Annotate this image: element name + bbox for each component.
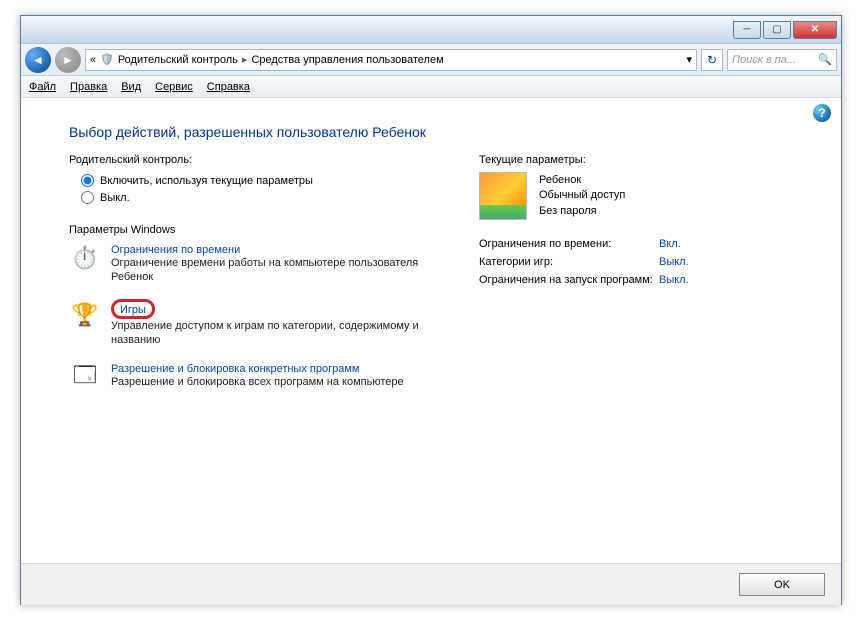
param-row-programs: Ограничения на запуск программ: Выкл. (479, 274, 813, 286)
games-desc: Управление доступом к играм по категории… (111, 319, 449, 348)
param-prog-value[interactable]: Выкл. (659, 274, 689, 286)
user-role: Обычный доступ (539, 188, 625, 203)
user-name: Ребенок (539, 173, 625, 188)
param-time-label: Ограничения по времени: (479, 238, 659, 250)
search-icon: 🔍 (818, 53, 832, 66)
search-input[interactable]: Поиск в па... 🔍 (727, 49, 837, 71)
param-row-time: Ограничения по времени: Вкл. (479, 238, 813, 250)
clock-icon: ⏱️ (69, 242, 101, 274)
games-link[interactable]: Игры (120, 304, 146, 316)
footer: OK (21, 563, 841, 605)
radio-off-row[interactable]: Выкл. (69, 189, 449, 206)
param-time-value[interactable]: Вкл. (659, 238, 681, 250)
help-icon[interactable]: ? (813, 104, 831, 122)
programs-link[interactable]: Разрешение и блокировка конкретных прогр… (111, 363, 359, 375)
setting-games: 🏆 Игры Управление доступом к играм по ка… (69, 299, 449, 348)
chevron-left-icon: « (90, 54, 96, 66)
forward-button[interactable]: ► (55, 47, 81, 73)
time-restrictions-desc: Ограничение времени работы на компьютере… (111, 256, 449, 285)
menu-service[interactable]: Сервис (155, 81, 193, 93)
maximize-button[interactable]: ▢ (763, 21, 791, 39)
titlebar: ─ ▢ ✕ (21, 16, 841, 44)
radio-off[interactable] (81, 191, 94, 204)
param-games-value[interactable]: Выкл. (659, 256, 689, 268)
breadcrumb-item-1[interactable]: Родительский контроль (118, 54, 238, 66)
radio-off-label: Выкл. (100, 192, 130, 204)
radio-on-label: Включить, используя текущие параметры (100, 175, 313, 187)
menu-view[interactable]: Вид (121, 81, 141, 93)
close-button[interactable]: ✕ (793, 21, 837, 39)
menu-edit[interactable]: Правка (70, 81, 107, 93)
time-restrictions-link[interactable]: Ограничения по времени (111, 244, 240, 256)
refresh-button[interactable]: ↻ (701, 49, 723, 71)
window-icon: 🗔 (69, 361, 101, 393)
setting-time: ⏱️ Ограничения по времени Ограничение вр… (69, 242, 449, 285)
current-params-label: Текущие параметры: (479, 154, 813, 166)
programs-desc: Разрешение и блокировка всех программ на… (111, 375, 449, 389)
menu-help[interactable]: Справка (207, 81, 250, 93)
menubar: Файл Правка Вид Сервис Справка (21, 76, 841, 98)
page-title: Выбор действий, разрешенных пользователю… (69, 124, 813, 140)
avatar (479, 172, 527, 220)
navbar: ◄ ► « 🛡️ Родительский контроль ▸ Средств… (21, 44, 841, 76)
content: ? Выбор действий, разрешенных пользовате… (21, 98, 841, 563)
radio-on[interactable] (81, 174, 94, 187)
parental-control-label: Родительский контроль: (69, 154, 449, 166)
param-row-games: Категории игр: Выкл. (479, 256, 813, 268)
user-password: Без пароля (539, 204, 625, 219)
user-panel: Ребенок Обычный доступ Без пароля (479, 172, 813, 220)
games-link-highlight: Игры (111, 299, 155, 319)
param-prog-label: Ограничения на запуск программ: (479, 274, 659, 286)
chevron-down-icon[interactable]: ▾ (686, 53, 692, 66)
left-column: Родительский контроль: Включить, использ… (69, 154, 449, 407)
search-placeholder: Поиск в па... (732, 54, 796, 66)
radio-on-row[interactable]: Включить, используя текущие параметры (69, 172, 449, 189)
window: ─ ▢ ✕ ◄ ► « 🛡️ Родительский контроль ▸ С… (20, 15, 842, 605)
param-games-label: Категории игр: (479, 256, 659, 268)
back-button[interactable]: ◄ (25, 47, 51, 73)
setting-programs: 🗔 Разрешение и блокировка конкретных про… (69, 361, 449, 393)
trophy-icon: 🏆 (69, 299, 101, 331)
chevron-right-icon: ▸ (242, 53, 248, 66)
shield-icon: 🛡️ (100, 53, 114, 66)
breadcrumb-item-2[interactable]: Средства управления пользователем (251, 54, 443, 66)
ok-button[interactable]: OK (739, 573, 825, 596)
windows-params-label: Параметры Windows (69, 224, 449, 236)
right-column: Текущие параметры: Ребенок Обычный досту… (479, 154, 813, 407)
breadcrumb[interactable]: « 🛡️ Родительский контроль ▸ Средства уп… (85, 49, 697, 71)
menu-file[interactable]: Файл (29, 81, 56, 93)
minimize-button[interactable]: ─ (733, 21, 761, 39)
